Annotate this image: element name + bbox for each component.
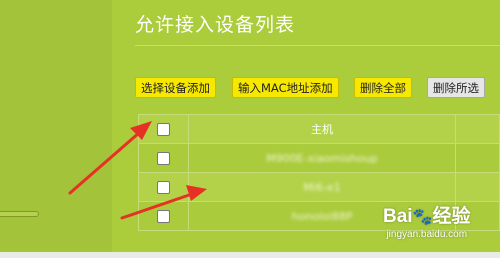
bottom-bar bbox=[0, 252, 500, 258]
column-header-host: 主机 bbox=[188, 114, 456, 144]
table-header-row: 主机 bbox=[137, 114, 500, 144]
baidu-jingyan-watermark: Bai🐾经验 jingyan.baidu.com bbox=[383, 201, 471, 240]
select-device-add-button[interactable]: 选择设备添加 bbox=[135, 77, 216, 98]
row-checkbox-cell bbox=[137, 172, 190, 202]
host-name: honoloi88P bbox=[291, 209, 353, 223]
row-checkbox[interactable] bbox=[157, 151, 171, 165]
table-row[interactable]: Mi6-e1 bbox=[137, 172, 500, 202]
host-cell: M900E-xiaomishoup bbox=[188, 143, 456, 173]
row-checkbox-cell bbox=[137, 201, 190, 231]
delete-all-button[interactable]: 删除全部 bbox=[354, 77, 412, 98]
host-name: Mi6-e1 bbox=[303, 180, 341, 194]
host-name: M900E-xiaomishoup bbox=[266, 151, 378, 165]
column-header-extra bbox=[454, 114, 500, 144]
watermark-url: jingyan.baidu.com bbox=[386, 229, 468, 240]
table-row[interactable]: M900E-xiaomishoup bbox=[137, 143, 500, 173]
paw-icon: 🐾 bbox=[412, 209, 433, 226]
mac-address-add-button[interactable]: 输入MAC地址添加 bbox=[232, 77, 339, 98]
sidebar-scroll-handle bbox=[0, 211, 39, 217]
header-checkbox-cell bbox=[137, 114, 190, 144]
watermark-logo: Bai🐾经验 bbox=[383, 206, 471, 227]
row-checkbox[interactable] bbox=[157, 180, 171, 194]
extra-cell bbox=[454, 172, 500, 202]
extra-cell bbox=[454, 143, 500, 173]
page-title: 允许接入设备列表 bbox=[135, 14, 296, 36]
title-divider bbox=[135, 45, 500, 46]
host-cell: Mi6-e1 bbox=[188, 172, 456, 202]
delete-selected-button[interactable]: 删除所选 bbox=[427, 77, 485, 98]
row-checkbox[interactable] bbox=[157, 209, 171, 223]
row-checkbox-cell bbox=[137, 143, 190, 173]
select-all-checkbox[interactable] bbox=[157, 122, 171, 136]
